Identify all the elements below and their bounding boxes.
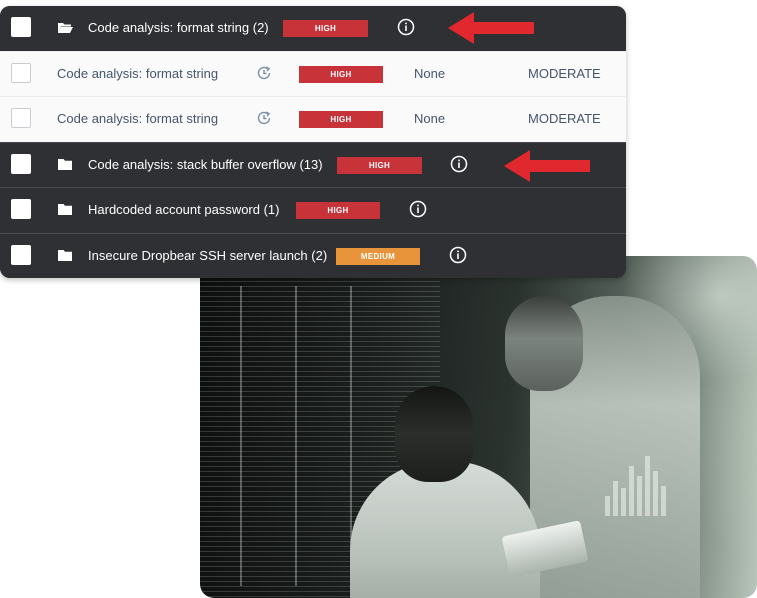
severity-badge: HIGH: [337, 157, 422, 174]
folder-icon: [58, 159, 72, 170]
code-column: [295, 286, 297, 586]
issue-row[interactable]: Code analysis: format string HIGH None M…: [0, 96, 626, 142]
red-arrow-icon: [504, 150, 590, 182]
severity-badge: HIGH: [299, 111, 383, 128]
row-checkbox[interactable]: [11, 108, 31, 128]
hologram-bar-graphic: [605, 446, 675, 516]
folder-icon: [58, 250, 72, 261]
folder-icon: [58, 204, 72, 215]
seated-person-head: [395, 386, 473, 482]
info-icon[interactable]: [449, 246, 467, 264]
row-checkbox[interactable]: [11, 154, 31, 174]
red-arrow-icon: [448, 12, 534, 44]
severity-badge: MEDIUM: [336, 248, 420, 265]
severity-badge: HIGH: [299, 66, 383, 83]
row-checkbox[interactable]: [11, 199, 31, 219]
issue-title: Code analysis: format string: [57, 66, 219, 81]
severity-badge: HIGH: [296, 202, 380, 219]
status-value: None: [414, 111, 446, 126]
team-photo: [200, 256, 757, 598]
folder-open-icon: [58, 23, 73, 33]
severity-badge: HIGH: [283, 20, 368, 37]
risk-rating: MODERATE: [528, 111, 601, 126]
row-checkbox[interactable]: [11, 245, 31, 265]
issue-group-title: Code analysis: format string (2): [88, 20, 269, 35]
issue-row[interactable]: Code analysis: format string HIGH None M…: [0, 51, 626, 97]
code-column: [240, 286, 242, 586]
info-icon[interactable]: [409, 200, 427, 218]
issue-group-row[interactable]: Insecure Dropbear SSH server launch (2) …: [0, 233, 626, 278]
issue-group-title: Insecure Dropbear SSH server launch (2): [88, 248, 328, 263]
risk-rating: MODERATE: [528, 66, 601, 81]
standing-person-head: [505, 296, 583, 391]
row-checkbox[interactable]: [11, 17, 31, 37]
history-icon: [257, 66, 271, 80]
issue-list-panel: Code analysis: format string (2) HIGH Co…: [0, 6, 626, 278]
issue-group-row[interactable]: Hardcoded account password (1) HIGH: [0, 187, 626, 233]
issue-group-title: Hardcoded account password (1): [88, 202, 280, 217]
info-icon[interactable]: [450, 155, 468, 173]
history-icon: [257, 111, 271, 125]
status-value: None: [414, 66, 446, 81]
info-icon[interactable]: [397, 18, 415, 36]
issue-group-title: Code analysis: stack buffer overflow (13…: [88, 157, 323, 172]
issue-title: Code analysis: format string: [57, 111, 219, 126]
row-checkbox[interactable]: [11, 63, 31, 83]
